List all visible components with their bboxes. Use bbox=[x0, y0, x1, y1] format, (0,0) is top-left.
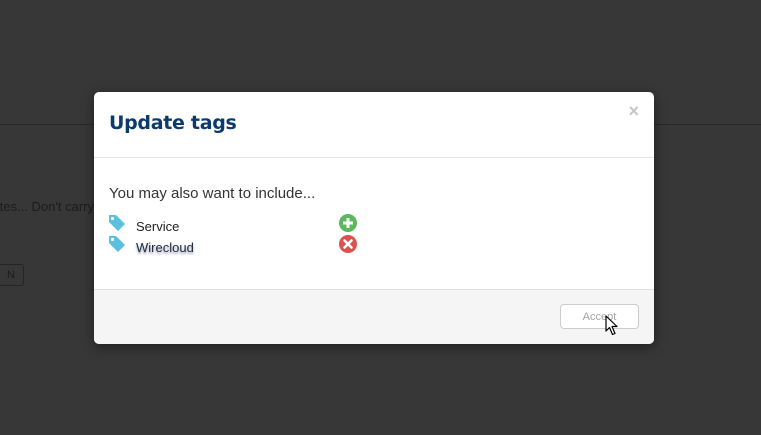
suggested-tag-row: Service bbox=[108, 214, 358, 234]
accept-button[interactable]: Accept bbox=[560, 304, 639, 329]
modal-header: Update tags × bbox=[94, 92, 654, 158]
update-tags-dialog: Update tags × You may also want to inclu… bbox=[94, 92, 654, 344]
mouse-cursor-icon bbox=[605, 315, 618, 336]
close-icon[interactable]: × bbox=[628, 101, 639, 121]
tag-icon bbox=[109, 236, 125, 252]
remove-icon[interactable] bbox=[339, 235, 357, 253]
suggested-tag-row: Wirecloud bbox=[108, 235, 358, 255]
add-icon[interactable] bbox=[339, 214, 357, 232]
tag-label: Service bbox=[136, 219, 180, 234]
tag-label: Wirecloud bbox=[136, 240, 194, 255]
suggestion-heading: You may also want to include... bbox=[109, 185, 316, 202]
modal-footer: Accept bbox=[94, 289, 654, 344]
tag-icon bbox=[109, 215, 125, 231]
modal-title: Update tags bbox=[109, 112, 237, 134]
modal-body: You may also want to include... Service … bbox=[94, 158, 654, 289]
